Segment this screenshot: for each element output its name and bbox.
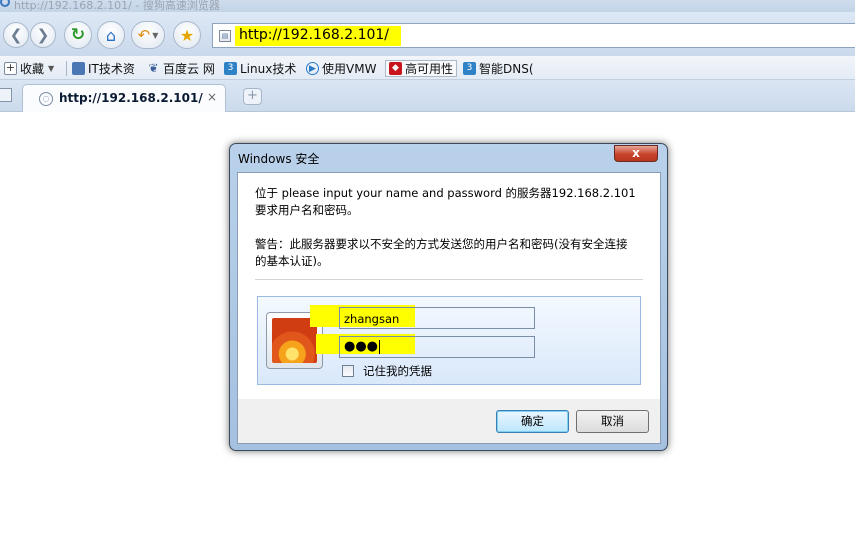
bookmark-linux[interactable]: 3 Linux技术 — [224, 60, 296, 77]
address-bar[interactable]: ▤ http://192.168.2.101/ — [212, 23, 855, 48]
tab-list-button[interactable] — [0, 88, 12, 102]
bookmark-vmw[interactable]: ▶ 使用VMW — [306, 60, 376, 77]
credential-tile: zhangsan ●●● 记住我的凭据 — [257, 296, 641, 385]
home-icon: ⌂ — [105, 25, 117, 45]
windows-security-dialog: Windows 安全 x 位于 please input your name a… — [229, 143, 668, 451]
window-titlebar: http://192.168.2.101/ - 搜狗高速浏览器 — [0, 0, 855, 12]
window-title: http://192.168.2.101/ - 搜狗高速浏览器 — [14, 0, 220, 12]
text-cursor — [379, 339, 381, 354]
plus-box-icon: + — [4, 61, 17, 75]
auth-message: 位于 please input your name and password 的… — [255, 185, 655, 219]
auth-message-line1: 位于 please input your name and password 的… — [255, 186, 636, 200]
browser-logo-icon — [0, 0, 10, 7]
bookmark-baidu-cloud[interactable]: ❦ 百度云 网 — [147, 60, 215, 77]
remember-checkbox[interactable] — [342, 365, 354, 377]
tab-label: http://192.168.2.101/ — [59, 91, 203, 105]
bookmark-high-availability[interactable]: ◆ 高可用性 — [385, 60, 458, 77]
security-warning: 警告：此服务器要求以不安全的方式发送您的用户名和密码(没有安全连接 的基本认证)… — [255, 236, 655, 270]
bookmark-label: 使用VMW — [322, 62, 377, 76]
tab-strip: ◌ http://192.168.2.101/ × + — [0, 80, 855, 112]
bookmarks-divider — [66, 61, 67, 76]
undo-button[interactable]: ↶ ▼ — [131, 21, 165, 49]
dialog-title: Windows 安全 — [238, 152, 320, 166]
paw-icon: ❦ — [148, 61, 159, 75]
back-arrow-icon: ❮ — [9, 26, 23, 44]
bookmarks-bar: + 收藏 ▼ IT技术资 ❦ 百度云 网 3 Linux技术 ▶ 使用VMW ◆… — [0, 56, 855, 80]
username-input[interactable]: zhangsan — [339, 307, 535, 329]
remember-credentials[interactable]: 记住我的凭据 — [342, 363, 432, 379]
star-icon: ★ — [179, 25, 195, 45]
forward-arrow-icon: ❯ — [36, 26, 50, 44]
content-divider — [255, 279, 643, 280]
add-favorite-button[interactable]: ★ — [173, 21, 201, 49]
close-tab-icon[interactable]: × — [207, 90, 217, 104]
dialog-content: 位于 please input your name and password 的… — [238, 173, 660, 399]
navigation-toolbar: ❮ ❯ ↻ ⌂ ↶ ▼ ★ ▤ http://192.168.2.101/ — [0, 12, 855, 56]
close-icon: x — [632, 146, 640, 160]
bookmark-label: 智能DNS( — [479, 62, 534, 76]
dialog-close-button[interactable]: x — [614, 145, 658, 162]
bookmark-dns[interactable]: 3 智能DNS( — [463, 60, 534, 77]
security-warning-line2: 的基本认证)。 — [255, 254, 329, 268]
page-loading-icon: ◌ — [39, 92, 53, 106]
bookmark-site-icon — [72, 62, 85, 75]
address-url[interactable]: http://192.168.2.101/ — [239, 27, 389, 43]
home-button[interactable]: ⌂ — [97, 21, 125, 49]
username-value: zhangsan — [344, 312, 400, 326]
favorites-label: 收藏 — [20, 62, 45, 76]
back-button[interactable]: ❮ — [3, 22, 29, 48]
security-warning-line1: 警告：此服务器要求以不安全的方式发送您的用户名和密码(没有安全连接 — [255, 237, 628, 251]
play-circle-icon: ▶ — [306, 62, 319, 75]
refresh-icon: ↻ — [70, 25, 86, 45]
bookmark-label: IT技术资 — [88, 62, 135, 76]
cancel-button[interactable]: 取消 — [576, 410, 649, 433]
refresh-button[interactable]: ↻ — [64, 21, 92, 49]
forward-button[interactable]: ❯ — [30, 22, 56, 48]
bookmark-it[interactable]: IT技术资 — [72, 60, 135, 77]
bookmark-label: Linux技术 — [240, 62, 297, 76]
password-input[interactable]: ●●● — [339, 336, 535, 358]
tab-active[interactable]: ◌ http://192.168.2.101/ × — [22, 84, 226, 112]
new-tab-button[interactable]: + — [243, 88, 262, 105]
dialog-body: 位于 please input your name and password 的… — [237, 172, 661, 444]
auth-message-line2: 要求用户名和密码。 — [255, 203, 359, 217]
chevron-down-icon: ▼ — [152, 30, 159, 40]
bookmark-label: 百度云 网 — [163, 62, 215, 76]
page-icon: ▤ — [219, 30, 231, 42]
chevron-down-icon: ▼ — [48, 64, 55, 73]
bookmark-site-icon: 3 — [463, 62, 476, 75]
bookmark-site-icon: 3 — [224, 62, 237, 75]
undo-icon: ↶ — [137, 26, 151, 44]
ok-button[interactable]: 确定 — [496, 410, 569, 433]
remember-label: 记住我的凭据 — [363, 364, 432, 378]
shield-icon: ◆ — [389, 62, 402, 75]
bookmark-label: 高可用性 — [405, 62, 454, 76]
favorites-menu[interactable]: + 收藏 ▼ — [4, 60, 54, 77]
password-value: ●●● — [344, 339, 379, 354]
